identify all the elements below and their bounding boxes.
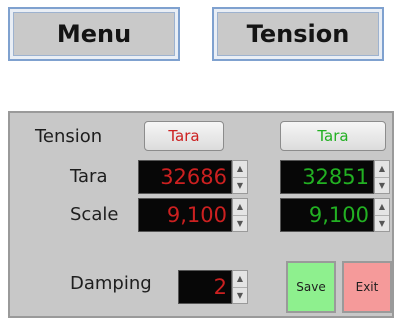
spin-down-icon[interactable]: ▼ (233, 286, 247, 304)
tension-panel: Tension Tara Scale Damping Tara 32686 ▲ … (8, 111, 394, 318)
damping-label: Damping (70, 273, 152, 294)
tara-button-left[interactable]: Tara (144, 121, 224, 151)
damping-value[interactable]: 2 (178, 270, 232, 304)
tara-button-right[interactable]: Tara (280, 121, 386, 151)
spin-up-icon[interactable]: ▲ (375, 161, 389, 177)
menu-button[interactable]: Menu (8, 7, 180, 61)
tension-label: Tension (35, 126, 103, 147)
tara-spinner-right[interactable]: ▲ ▼ (374, 160, 390, 194)
tara-spinner-left[interactable]: ▲ ▼ (232, 160, 248, 194)
scale-label: Scale (70, 204, 119, 225)
scale-value-right[interactable]: 9,100 (280, 198, 374, 232)
spin-up-icon[interactable]: ▲ (375, 199, 389, 215)
tara-label: Tara (70, 166, 108, 187)
spin-up-icon[interactable]: ▲ (233, 271, 247, 287)
spin-down-icon[interactable]: ▼ (375, 176, 389, 194)
save-button[interactable]: Save (286, 261, 336, 313)
spin-up-icon[interactable]: ▲ (233, 199, 247, 215)
scale-spinner-right[interactable]: ▲ ▼ (374, 198, 390, 232)
tara-value-left[interactable]: 32686 (138, 160, 232, 194)
scale-spinner-left[interactable]: ▲ ▼ (232, 198, 248, 232)
spin-down-icon[interactable]: ▼ (375, 214, 389, 232)
spin-up-icon[interactable]: ▲ (233, 161, 247, 177)
exit-button[interactable]: Exit (342, 261, 392, 313)
spin-down-icon[interactable]: ▼ (233, 176, 247, 194)
spin-down-icon[interactable]: ▼ (233, 214, 247, 232)
tara-value-right[interactable]: 32851 (280, 160, 374, 194)
scale-value-left[interactable]: 9,100 (138, 198, 232, 232)
tension-button[interactable]: Tension (212, 7, 384, 61)
damping-spinner[interactable]: ▲ ▼ (232, 270, 248, 304)
